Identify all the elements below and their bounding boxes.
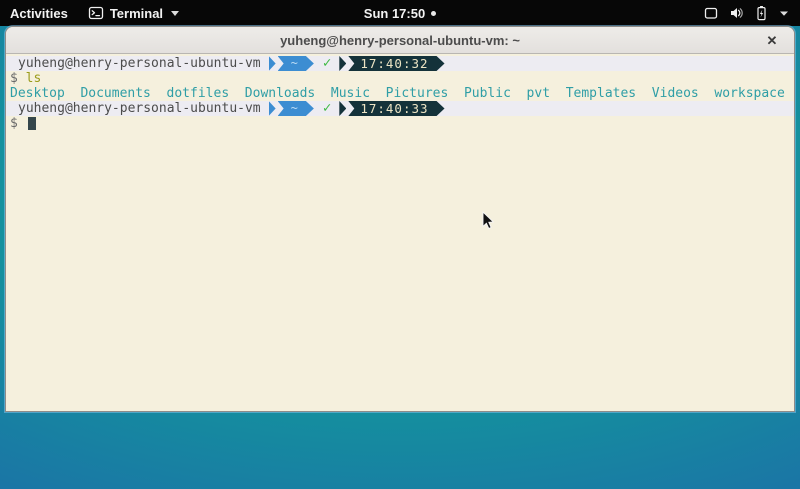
clock-label: Sun 17:50 <box>364 6 425 21</box>
top-bar-left: Activities Terminal <box>0 0 187 26</box>
typed-command: ls <box>26 71 42 86</box>
screen-icon <box>703 5 719 21</box>
terminal-cursor <box>28 117 36 130</box>
mouse-pointer-icon <box>482 211 496 236</box>
command-line: $ ls <box>6 71 794 86</box>
powerline-arrow-icon <box>339 101 346 116</box>
prompt-user: yuheng@henry-personal-ubuntu-vm <box>18 56 261 71</box>
titlebar[interactable]: yuheng@henry-personal-ubuntu-vm: ~ ✕ <box>6 27 794 54</box>
app-menu[interactable]: Terminal <box>80 0 187 26</box>
app-menu-label: Terminal <box>110 6 163 21</box>
prompt-cwd-segment: ~ <box>278 101 314 116</box>
terminal-body[interactable]: yuheng@henry-personal-ubuntu-vm ~ ✓ 17:4… <box>6 54 794 412</box>
terminal-window: yuheng@henry-personal-ubuntu-vm: ~ ✕ yuh… <box>5 26 795 412</box>
status-check-icon: ✓ <box>323 56 331 71</box>
prompt-time-segment: 17:40:32 <box>348 56 444 71</box>
powerline-arrow-icon <box>269 56 276 71</box>
ls-output: Desktop Documents dotfiles Downloads Mus… <box>6 86 794 101</box>
volume-icon <box>728 5 744 21</box>
prompt-line: yuheng@henry-personal-ubuntu-vm ~ ✓ 17:4… <box>6 56 794 71</box>
prompt-time-segment: 17:40:33 <box>348 101 444 116</box>
chevron-down-icon[interactable] <box>778 7 790 19</box>
prompt-line: yuheng@henry-personal-ubuntu-vm ~ ✓ 17:4… <box>6 101 794 116</box>
powerline-arrow-icon <box>269 101 276 116</box>
notification-dot-icon <box>431 11 436 16</box>
status-check-icon: ✓ <box>323 101 331 116</box>
powerline-arrow-icon <box>339 56 346 71</box>
top-bar: Activities Terminal Sun 17:50 <box>0 0 800 26</box>
prompt-user: yuheng@henry-personal-ubuntu-vm <box>18 101 261 116</box>
window-title: yuheng@henry-personal-ubuntu-vm: ~ <box>280 33 520 48</box>
battery-charging-icon <box>753 5 769 21</box>
terminal-icon <box>88 5 104 21</box>
chevron-down-icon <box>171 11 179 16</box>
close-button[interactable]: ✕ <box>760 27 784 54</box>
prompt-cwd-segment: ~ <box>278 56 314 71</box>
system-tray[interactable] <box>703 0 800 26</box>
command-line-current[interactable]: $ <box>6 116 794 131</box>
prompt-symbol: $ <box>10 116 18 131</box>
prompt-symbol: $ <box>10 71 18 86</box>
activities-button[interactable]: Activities <box>0 0 80 26</box>
